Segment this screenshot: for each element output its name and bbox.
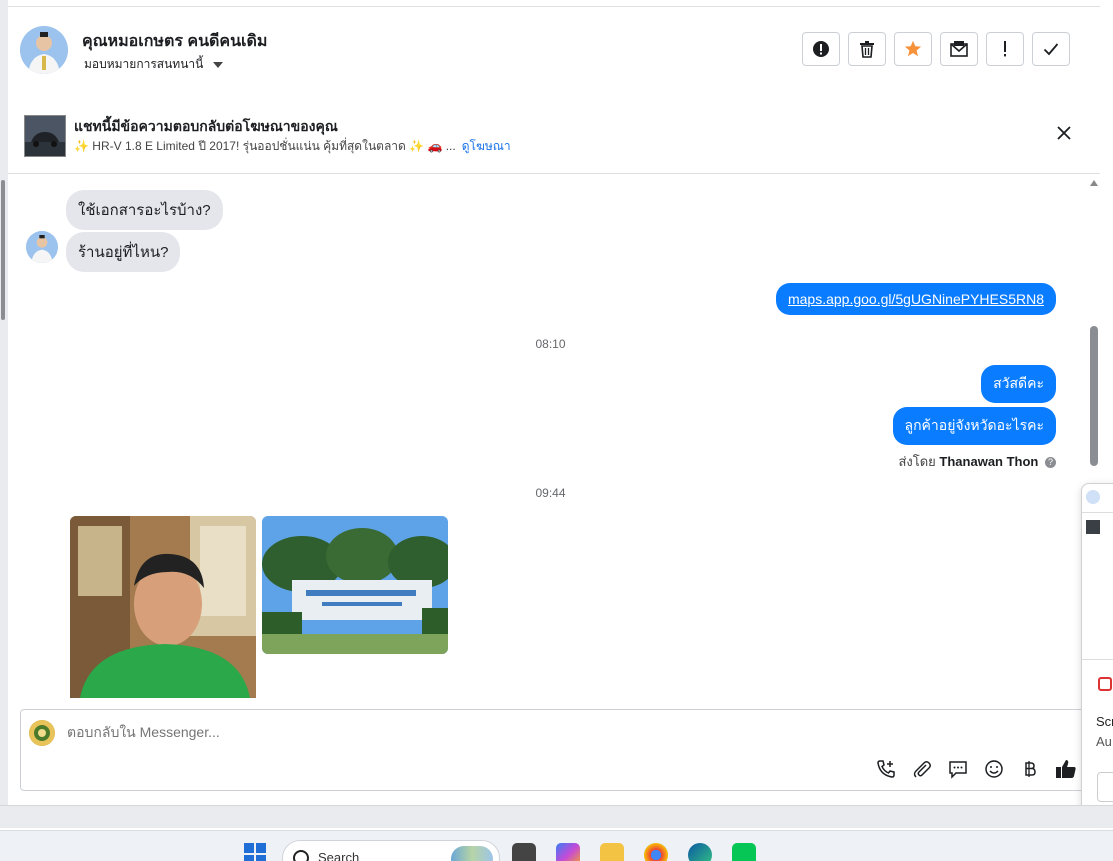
ad-banner-title: แชทนี้มีข้อความตอบกลับต่อโฆษณาของคุณ <box>74 118 338 134</box>
taskbar-search[interactable]: Search <box>282 840 500 861</box>
follow-up-button[interactable] <box>986 32 1024 66</box>
payment-button[interactable] <box>1019 758 1041 780</box>
search-label: Search <box>318 850 360 861</box>
conversation-header: คุณหมอเกษตร คนดีคนเดิม มอบหมายการสนทนานี… <box>8 6 1100 96</box>
scrollbar-thumb[interactable] <box>1090 326 1098 466</box>
maps-link[interactable]: maps.app.goo.gl/5gUGNinePYHES5RN8 <box>788 291 1044 307</box>
delete-button[interactable] <box>848 32 886 66</box>
reply-composer <box>20 709 1090 791</box>
incoming-message[interactable]: ร้านอยู่ที่ไหน? <box>66 232 181 272</box>
photo-attachment[interactable] <box>70 516 256 698</box>
mark-spam-button[interactable] <box>802 32 840 66</box>
left-panel-edge <box>0 0 8 805</box>
close-icon <box>1057 126 1071 140</box>
incoming-message[interactable]: ใช้เอกสารอะไรบ้าง? <box>66 190 223 230</box>
assign-label: มอบหมายการสนทนานี้ <box>84 57 204 71</box>
search-highlight-icon <box>451 846 493 861</box>
ad-thumbnail[interactable] <box>24 115 66 157</box>
exclamation-icon <box>1004 41 1006 57</box>
mark-unread-button[interactable] <box>940 32 978 66</box>
assign-conversation-dropdown[interactable]: มอบหมายการสนทนานี้ <box>84 55 224 74</box>
mark-done-button[interactable] <box>1032 32 1070 66</box>
contact-avatar-small <box>26 231 58 263</box>
photo-attachment[interactable] <box>262 516 448 654</box>
chevron-down-icon <box>213 61 224 68</box>
windows-start-icon[interactable] <box>244 843 266 861</box>
payment-icon <box>1025 761 1036 777</box>
composer-tools <box>875 758 1077 780</box>
task-view-icon[interactable] <box>512 843 536 861</box>
emoji-button[interactable] <box>983 758 1005 780</box>
outgoing-link-message[interactable]: maps.app.goo.gl/5gUGNinePYHES5RN8 <box>775 283 1056 315</box>
overlay-button[interactable] <box>1097 772 1113 802</box>
call-button[interactable] <box>875 758 897 780</box>
ad-reply-banner: แชทนี้มีข้อความตอบกลับต่อโฆษณาของคุณ ✨ H… <box>8 95 1100 174</box>
sender-name: Thanawan Thon <box>939 454 1039 469</box>
contact-name[interactable]: คุณหมอเกษตร คนดีคนเดิม <box>82 29 267 54</box>
call-add-icon <box>877 760 895 778</box>
trash-icon <box>860 41 874 58</box>
header-actions <box>802 32 1070 66</box>
search-icon <box>293 850 309 861</box>
message-thread: ใช้เอกสารอะไรบ้าง? ร้านอยู่ที่ไหน? maps.… <box>8 174 1090 698</box>
outgoing-message[interactable]: ลูกค้าอยู่จังหวัดอะไรคะ <box>892 407 1056 445</box>
like-button[interactable] <box>1055 758 1077 780</box>
left-scrollbar[interactable] <box>1 180 5 320</box>
scroll-up-icon[interactable] <box>1090 180 1098 186</box>
contact-avatar[interactable] <box>20 26 68 74</box>
line-app-icon[interactable] <box>732 843 756 861</box>
attach-button[interactable] <box>911 758 933 780</box>
saved-reply-button[interactable] <box>947 758 969 780</box>
window-bottom-edge <box>0 805 1113 828</box>
attach-icon <box>913 761 931 778</box>
copilot-icon[interactable] <box>556 843 580 861</box>
star-button[interactable] <box>894 32 932 66</box>
timestamp: 09:44 <box>535 486 566 500</box>
page-avatar <box>29 720 55 746</box>
alert-icon <box>813 41 829 57</box>
divider <box>1082 512 1113 513</box>
help-icon[interactable]: ? <box>1045 457 1056 468</box>
ad-banner-subtitle: ✨ HR-V 1.8 E Limited ปี 2017! รุ่นออปชั่… <box>74 137 511 156</box>
app-logo-icon <box>1098 677 1112 691</box>
star-icon <box>904 40 922 57</box>
sent-by-prefix: ส่งโดย <box>898 454 936 469</box>
overlay-text: Scr <box>1096 714 1113 729</box>
outgoing-message[interactable]: สวัสดีคะ <box>981 365 1056 403</box>
emoji-icon <box>985 760 1003 778</box>
file-explorer-icon[interactable] <box>600 843 624 861</box>
edge-icon[interactable] <box>688 843 712 861</box>
view-ad-link[interactable]: ดูโฆษณา <box>462 139 511 153</box>
chrome-icon[interactable] <box>644 843 668 861</box>
like-icon <box>1056 760 1076 778</box>
overlay-avatar[interactable] <box>1086 490 1100 504</box>
timestamp: 08:10 <box>535 337 566 351</box>
side-overlay-panel: Scr Au <box>1081 483 1113 820</box>
saved-reply-icon <box>949 761 967 779</box>
overlay-subtext: Au <box>1096 734 1112 749</box>
message-input[interactable] <box>67 724 667 740</box>
overlay-thumbnail[interactable] <box>1086 520 1100 534</box>
ad-description: ✨ HR-V 1.8 E Limited ปี 2017! รุ่นออปชั่… <box>74 139 456 153</box>
check-icon <box>1043 43 1059 56</box>
mark-unread-icon <box>950 41 968 57</box>
sent-by-label: ส่งโดย Thanawan Thon ? <box>898 451 1056 472</box>
close-banner-button[interactable] <box>1054 123 1074 143</box>
taskbar: Search <box>0 830 1113 861</box>
